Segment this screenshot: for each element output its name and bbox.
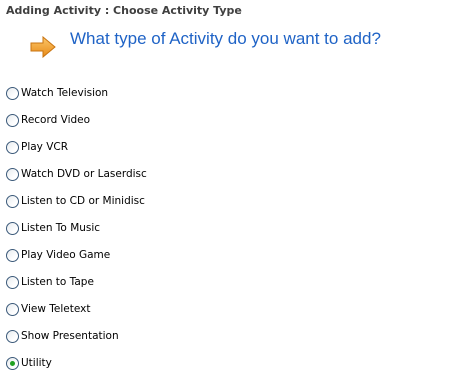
option-label[interactable]: Watch Television <box>21 86 108 101</box>
option-record-video[interactable]: Record Video <box>6 113 147 140</box>
option-watch-television[interactable]: Watch Television <box>6 86 147 113</box>
radio-button[interactable] <box>6 303 19 316</box>
question-heading: What type of Activity do you want to add… <box>70 29 381 48</box>
option-view-teletext[interactable]: View Teletext <box>6 302 147 329</box>
radio-button[interactable] <box>6 141 19 154</box>
option-listen-music[interactable]: Listen To Music <box>6 221 147 248</box>
question-row: What type of Activity do you want to add… <box>30 29 381 64</box>
option-watch-dvd[interactable]: Watch DVD or Laserdisc <box>6 167 147 194</box>
radio-button[interactable] <box>6 195 19 208</box>
option-label[interactable]: Play Video Game <box>21 248 110 263</box>
option-label[interactable]: Listen to Tape <box>21 275 94 290</box>
option-label[interactable]: Record Video <box>21 113 90 128</box>
page-title: Adding Activity : Choose Activity Type <box>6 4 242 17</box>
activity-type-radio-group: Watch Television Record Video Play VCR W… <box>6 86 147 383</box>
radio-button[interactable] <box>6 114 19 127</box>
radio-button-selected[interactable] <box>6 357 19 370</box>
radio-button[interactable] <box>6 87 19 100</box>
radio-button[interactable] <box>6 330 19 343</box>
option-label[interactable]: Listen To Music <box>21 221 100 236</box>
option-play-video-game[interactable]: Play Video Game <box>6 248 147 275</box>
option-listen-tape[interactable]: Listen to Tape <box>6 275 147 302</box>
option-label[interactable]: Utility <box>21 356 52 371</box>
radio-button[interactable] <box>6 276 19 289</box>
option-label[interactable]: Watch DVD or Laserdisc <box>21 167 147 182</box>
radio-button[interactable] <box>6 168 19 181</box>
radio-button[interactable] <box>6 249 19 262</box>
option-label[interactable]: Listen to CD or Minidisc <box>21 194 145 209</box>
option-play-vcr[interactable]: Play VCR <box>6 140 147 167</box>
option-utility[interactable]: Utility <box>6 356 147 383</box>
option-label[interactable]: Show Presentation <box>21 329 119 344</box>
arrow-right-icon <box>30 36 56 58</box>
option-label[interactable]: Play VCR <box>21 140 68 155</box>
option-label[interactable]: View Teletext <box>21 302 90 317</box>
radio-button[interactable] <box>6 222 19 235</box>
option-show-presentation[interactable]: Show Presentation <box>6 329 147 356</box>
option-listen-cd[interactable]: Listen to CD or Minidisc <box>6 194 147 221</box>
